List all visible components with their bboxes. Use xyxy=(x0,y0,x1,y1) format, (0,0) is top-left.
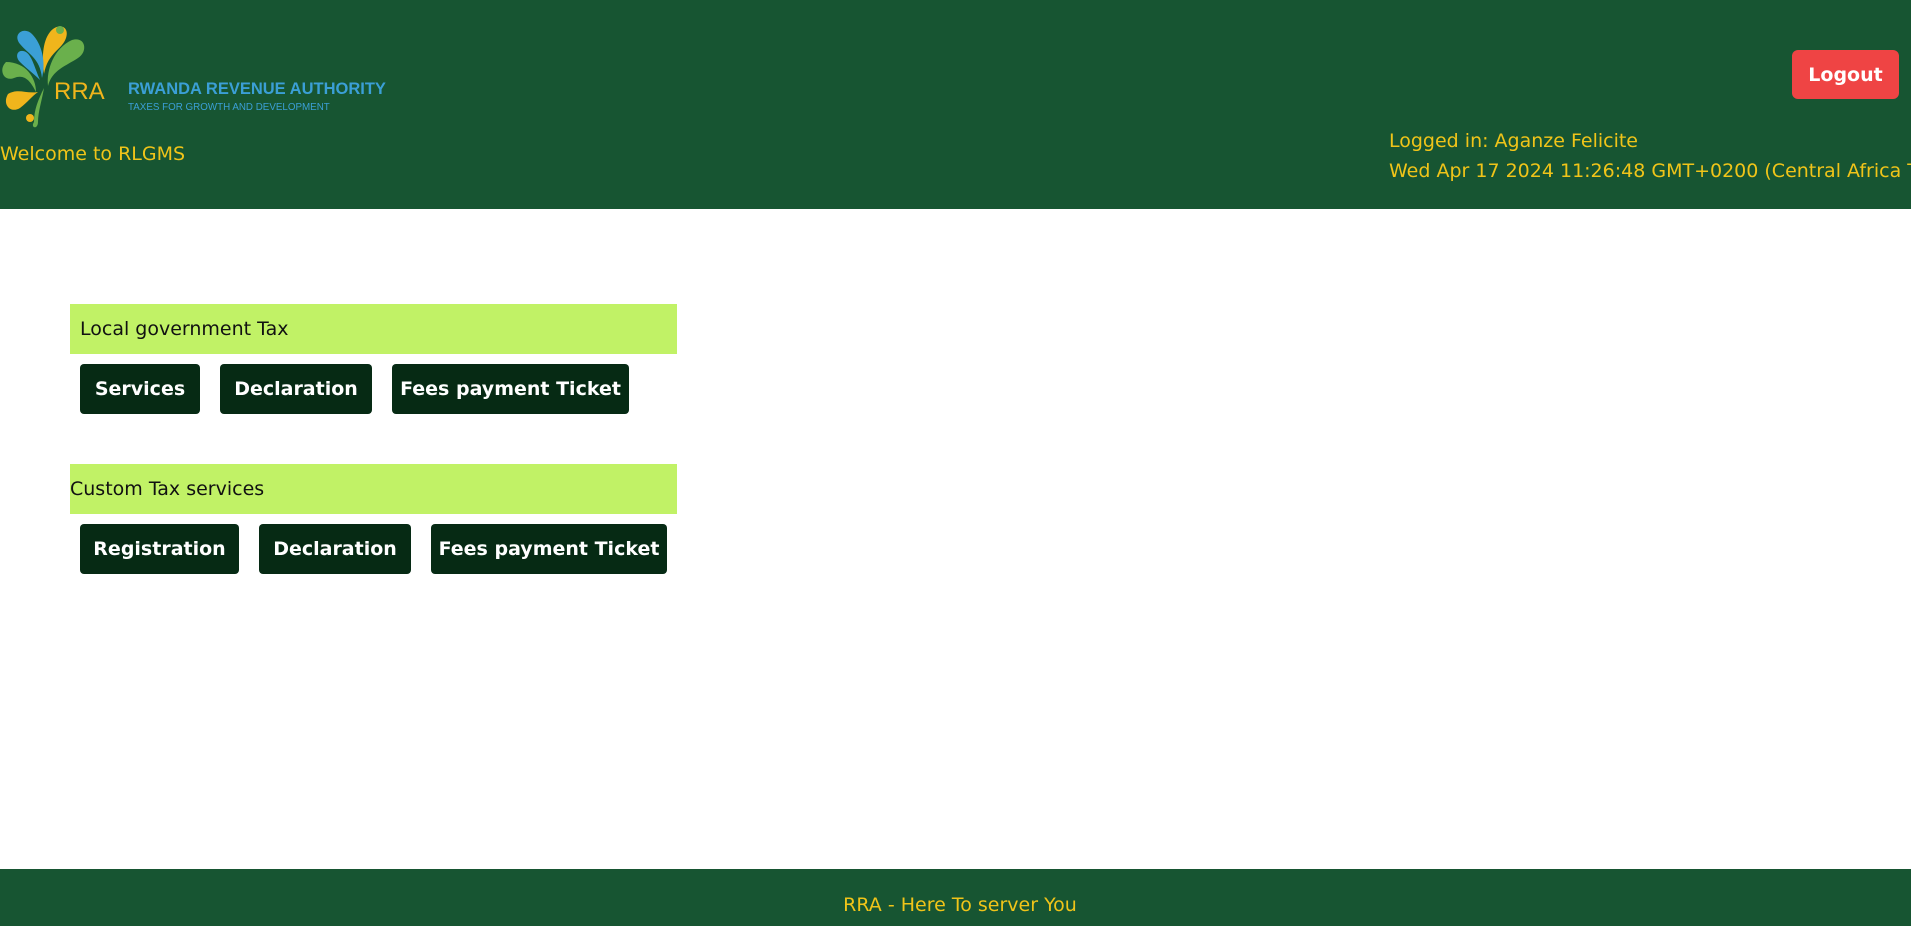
custom-declaration-button[interactable]: Declaration xyxy=(259,524,411,574)
rra-logo: RRA RWANDA REVENUE AUTHORITY TAXES FOR G… xyxy=(2,26,386,128)
logged-in-user: Logged in: Aganze Felicite xyxy=(1389,130,1638,152)
services-button[interactable]: Services xyxy=(80,364,200,414)
welcome-text: Welcome to RLGMS xyxy=(0,143,186,165)
rra-splash-icon xyxy=(2,26,85,128)
user-info: Logged in: Aganze Felicite Wed Apr 17 20… xyxy=(1389,126,1911,186)
local-fees-payment-ticket-button[interactable]: Fees payment Ticket xyxy=(392,364,629,414)
header: RRA RWANDA REVENUE AUTHORITY TAXES FOR G… xyxy=(0,0,1911,209)
logout-button[interactable]: Logout xyxy=(1792,50,1899,99)
registration-button[interactable]: Registration xyxy=(80,524,239,574)
section-title-custom-tax-services: Custom Tax services xyxy=(70,464,677,514)
local-declaration-button[interactable]: Declaration xyxy=(220,364,372,414)
logo-org-name: RWANDA REVENUE AUTHORITY xyxy=(128,80,386,98)
current-datetime: Wed Apr 17 2024 11:26:48 GMT+0200 (Centr… xyxy=(1389,160,1911,182)
footer: RRA - Here To server You xyxy=(0,869,1911,926)
footer-text: RRA - Here To server You xyxy=(843,894,1077,916)
custom-fees-payment-ticket-button[interactable]: Fees payment Ticket xyxy=(431,524,667,574)
section-title-local-government-tax: Local government Tax xyxy=(70,304,677,354)
logo-tagline: TAXES FOR GROWTH AND DEVELOPMENT xyxy=(128,102,330,113)
logo-mark-text: RRA xyxy=(54,78,105,105)
